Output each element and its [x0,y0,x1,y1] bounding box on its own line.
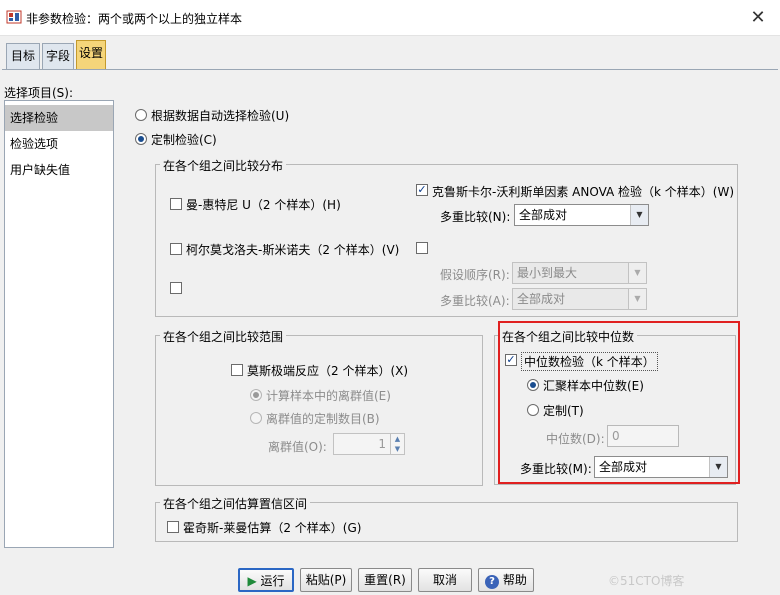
outliers-stepper[interactable]: 1 ▲ ▼ [333,433,405,455]
multiple-comparisons-label: 多重比较(N): [440,210,511,224]
kruskal-wallis-checkbox[interactable]: ✓ [416,184,428,196]
paste-button[interactable]: 粘贴(P) [300,568,352,592]
unlabeled-checkbox-1[interactable] [416,242,428,254]
confidence-intervals-legend: 在各个组之间估算置信区间 [160,495,311,512]
reset-button[interactable]: 重置(R) [358,568,412,592]
tab-settings[interactable]: 设置 [76,40,106,69]
chevron-down-icon: ▼ [628,289,646,309]
list-item-user-missing[interactable]: 用户缺失值 [5,157,113,183]
hypothesis-order-value: 最小到最大 [517,266,578,280]
chevron-down-icon: ▼ [628,263,646,283]
left-panel-heading: 选择项目(S): [4,86,74,100]
compare-distributions-legend: 在各个组之间比较分布 [160,157,287,174]
compute-outliers-label: 计算样本中的离群值(E) [266,389,391,403]
auto-tests-radio[interactable] [135,109,147,121]
multiple-comparisons-2-select[interactable]: 全部成对 ▼ [512,288,647,310]
kolmogorov-smirnov-label: 柯尔莫戈洛夫-斯米诺夫（2 个样本）(V) [186,243,400,257]
cancel-button[interactable]: 取消 [418,568,472,592]
app-icon [6,9,22,25]
auto-tests-label: 根据数据自动选择检验(U) [151,109,290,123]
moses-label: 莫斯极端反应（2 个样本）(X) [247,364,409,378]
window-title: 非参数检验：两个或两个以上的独立样本 [26,12,243,26]
kruskal-wallis-label: 克鲁斯卡尔-沃利斯单因素 ANOVA 检验（k 个样本）(W) [432,185,735,199]
compute-outliers-radio[interactable] [250,389,262,401]
items-list: 选择检验 检验选项 用户缺失值 [4,100,114,548]
hypothesis-order-label: 假设顺序(R): [440,268,510,282]
help-button-label: 帮助 [502,573,527,587]
tab-fields[interactable]: 字段 [42,43,74,69]
watermark: ©51CTO博客 [608,574,685,588]
list-item-test-options[interactable]: 检验选项 [5,131,113,157]
close-icon[interactable]: ✕ [744,6,772,30]
run-button-label: 运行 [260,574,285,588]
spin-arrows-icon[interactable]: ▲ ▼ [390,434,404,454]
mann-whitney-label: 曼-惠特尼 U（2 个样本）(H) [186,198,341,212]
run-button[interactable]: ▶ 运行 [238,568,294,592]
highlight-box [498,321,740,484]
tab-target[interactable]: 目标 [6,43,40,69]
custom-tests-label: 定制检验(C) [151,133,217,147]
mann-whitney-checkbox[interactable] [170,198,182,210]
hypothesis-order-select[interactable]: 最小到最大 ▼ [512,262,647,284]
list-item-select-tests[interactable]: 选择检验 [5,105,113,131]
custom-outliers-label: 离群值的定制数目(B) [266,412,380,426]
chevron-down-icon: ▼ [630,205,648,225]
play-icon: ▶ [247,574,257,588]
hodges-lehmann-checkbox[interactable] [167,521,179,533]
outliers-value: 1 [378,437,386,451]
multiple-comparisons-2-value: 全部成对 [517,292,566,306]
title-bar: 非参数检验：两个或两个以上的独立样本 ✕ [0,0,780,36]
help-icon: ? [485,575,500,589]
kolmogorov-smirnov-checkbox[interactable] [170,243,182,255]
unlabeled-checkbox-2[interactable] [170,282,182,294]
multiple-comparisons-value: 全部成对 [519,208,568,222]
multiple-comparisons-select[interactable]: 全部成对 ▼ [514,204,649,226]
outliers-label: 离群值(O): [268,440,327,454]
help-button[interactable]: ? 帮助 [478,568,534,592]
multiple-comparisons-2-label: 多重比较(A): [440,294,510,308]
custom-tests-radio[interactable] [135,133,147,145]
moses-checkbox[interactable] [231,364,243,376]
tab-divider [2,69,778,70]
compare-ranges-legend: 在各个组之间比较范围 [160,328,287,345]
hodges-lehmann-label: 霍奇斯-莱曼估算（2 个样本）(G) [183,521,362,535]
custom-outliers-radio[interactable] [250,412,262,424]
